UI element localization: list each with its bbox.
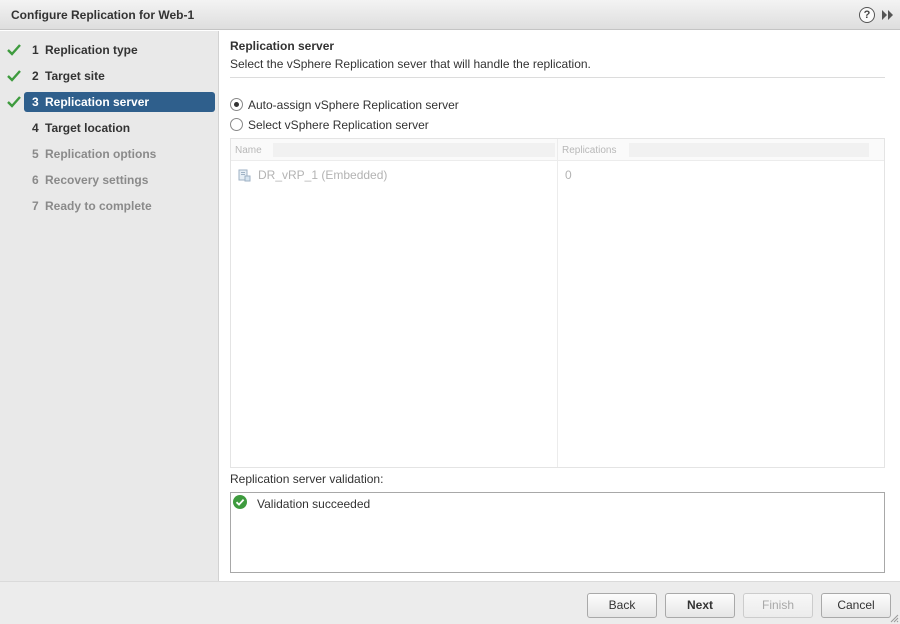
validation-message: Validation succeeded — [257, 497, 371, 511]
cancel-button[interactable]: Cancel — [821, 593, 891, 618]
back-button[interactable]: Back — [587, 593, 657, 618]
step-number: 7 — [32, 199, 39, 213]
step-pill: 5 Replication options — [24, 144, 215, 164]
finish-button: Finish — [743, 593, 813, 618]
step-pill: 4 Target location — [24, 118, 215, 138]
step-number: 5 — [32, 147, 39, 161]
validation-label: Replication server validation: — [230, 472, 384, 486]
wizard-steps-sidebar: 1 Replication type 2 Target site 3 Repli… — [0, 31, 219, 581]
server-icon — [238, 169, 251, 182]
step-label: Replication type — [45, 43, 138, 57]
validation-box: Validation succeeded — [230, 492, 885, 573]
success-check-icon — [233, 495, 247, 509]
main-content: Replication server Select the vSphere Re… — [220, 31, 900, 581]
header-filler — [629, 143, 869, 157]
step-pill: 7 Ready to complete — [24, 196, 215, 216]
double-chevron-right-icon[interactable] — [881, 9, 895, 21]
column-separator — [557, 139, 558, 467]
select-server-radio[interactable] — [230, 118, 243, 131]
step-number: 3 — [32, 95, 39, 109]
step-pill: 2 Target site — [24, 66, 215, 86]
title-bar: Configure Replication for Web-1 ? — [0, 0, 900, 30]
step-number: 4 — [32, 121, 39, 135]
select-server-label[interactable]: Select vSphere Replication server — [248, 118, 429, 132]
step-label: Target location — [45, 121, 131, 135]
header-filler — [273, 143, 555, 157]
step-recovery-settings: 6 Recovery settings — [0, 170, 219, 190]
step-number: 6 — [32, 173, 39, 187]
replication-server-table: Name Replications DR_vRP_1 (Embedded) 0 — [230, 138, 885, 468]
dialog-title: Configure Replication for Web-1 — [11, 8, 195, 22]
column-header-name: Name — [235, 145, 262, 156]
step-pill: 3 Replication server — [24, 92, 215, 112]
page-description: Select the vSphere Replication sever tha… — [230, 57, 591, 71]
column-header-replications: Replications — [562, 145, 617, 156]
resize-grip-icon[interactable] — [889, 613, 899, 623]
step-target-location[interactable]: 4 Target location — [0, 118, 219, 138]
auto-assign-radio[interactable] — [230, 98, 243, 111]
auto-assign-label[interactable]: Auto-assign vSphere Replication server — [248, 98, 459, 112]
step-number: 2 — [32, 69, 39, 83]
replications-count-cell: 0 — [565, 168, 572, 182]
check-icon — [7, 96, 21, 108]
step-target-site[interactable]: 2 Target site — [0, 66, 219, 86]
help-icon[interactable]: ? — [859, 7, 875, 23]
check-icon — [7, 44, 21, 56]
step-replication-type[interactable]: 1 Replication type — [0, 40, 219, 60]
divider — [230, 77, 885, 78]
step-label: Replication server — [45, 95, 150, 109]
page-title: Replication server — [230, 39, 335, 53]
step-ready-to-complete: 7 Ready to complete — [0, 196, 219, 216]
step-replication-options: 5 Replication options — [0, 144, 219, 164]
step-label: Ready to complete — [45, 199, 152, 213]
check-icon — [7, 70, 21, 82]
configure-replication-dialog: Configure Replication for Web-1 ? 1 Repl… — [0, 0, 900, 624]
server-name-cell: DR_vRP_1 (Embedded) — [258, 168, 388, 182]
step-label: Target site — [45, 69, 105, 83]
wizard-footer: Back Next Finish Cancel — [0, 581, 900, 624]
step-replication-server[interactable]: 3 Replication server — [0, 92, 219, 112]
step-label: Recovery settings — [45, 173, 149, 187]
next-button[interactable]: Next — [665, 593, 735, 618]
step-number: 1 — [32, 43, 39, 57]
step-pill: 1 Replication type — [24, 40, 215, 60]
step-label: Replication options — [45, 147, 157, 161]
step-pill: 6 Recovery settings — [24, 170, 215, 190]
